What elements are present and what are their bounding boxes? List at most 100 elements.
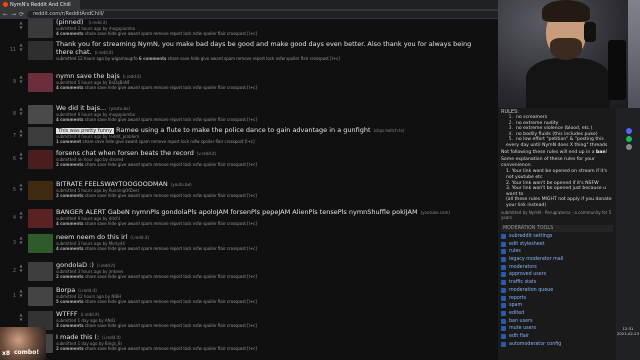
post-action-share[interactable]: share (85, 246, 97, 251)
post-thumbnail[interactable] (28, 105, 53, 124)
post-thumbnail[interactable] (28, 73, 53, 92)
post-action-giveaward[interactable]: give award (115, 139, 138, 144)
post-title-text[interactable]: BANGER ALERT GabeN nymnPls gondolaPls ap… (56, 208, 418, 216)
downvote-icon[interactable]: ▼ (18, 215, 24, 220)
post-action-report[interactable]: report (170, 193, 184, 198)
post-title-text[interactable]: We did it bajs... (56, 104, 106, 112)
reload-icon[interactable]: ⟳ (19, 11, 24, 18)
post-action-save[interactable]: save (97, 299, 108, 304)
comments-link[interactable]: 2 comments (56, 193, 85, 198)
music-icon[interactable] (626, 136, 632, 142)
post-action-report[interactable]: report (170, 85, 184, 90)
post-action-hide[interactable]: hide (108, 117, 118, 122)
post-title[interactable]: gondolaD :) (i.redd.it) (56, 261, 115, 269)
mod-tool-label[interactable]: rules (509, 249, 521, 254)
post-action-lc[interactable]: [l+c] (247, 246, 257, 251)
post-action-spoiler[interactable]: spoiler (201, 139, 216, 144)
post-action-hide[interactable]: hide (191, 56, 201, 61)
post-action-remove[interactable]: remove (153, 221, 169, 226)
downvote-icon[interactable]: ▼ (18, 25, 24, 30)
post-action-lc[interactable]: [l+c] (247, 221, 257, 226)
post-action-hide[interactable]: hide (108, 85, 118, 90)
post-title[interactable]: WTFFF (i.redd.it) (56, 310, 99, 318)
comments-link[interactable]: 2 comments (56, 346, 85, 351)
post-thumbnail[interactable] (28, 234, 53, 253)
post-action-save[interactable]: save (97, 246, 108, 251)
downvote-icon[interactable]: ▼ (18, 47, 24, 52)
mod-tool-traffic-stats[interactable]: traffic stats (501, 279, 613, 287)
vote-arrows[interactable]: ▲▼ (18, 288, 24, 298)
post-action-lc[interactable]: [l+c] (247, 31, 257, 36)
post-action-flair[interactable]: flair (218, 323, 227, 328)
mod-tool-moderation-queue[interactable]: moderation queue (501, 287, 613, 295)
post-action-giveaward[interactable]: give award (118, 162, 141, 167)
post-action-giveaward[interactable]: give award (118, 85, 141, 90)
post-domain[interactable]: (clips.twitch.tv) (374, 128, 405, 133)
post-domain[interactable]: (i.redd.it) (78, 288, 97, 293)
post-action-report[interactable]: report (170, 117, 184, 122)
post-action-spoiler[interactable]: spoiler (203, 31, 218, 36)
post-thumbnail[interactable] (28, 150, 53, 169)
post-title-text[interactable]: Ramee using a flute to make the police d… (116, 126, 370, 134)
post-action-share[interactable]: share (85, 299, 97, 304)
comments-link[interactable]: 4 comments (56, 31, 85, 36)
post-action-spoiler[interactable]: spoiler (203, 193, 218, 198)
post-action-lc[interactable]: [l+c] (247, 85, 257, 90)
post-action-lc[interactable]: [l+c] (247, 299, 257, 304)
post-action-report[interactable]: report (170, 346, 184, 351)
post-action-share[interactable]: share (85, 117, 97, 122)
post-action-remove[interactable]: remove (153, 117, 169, 122)
downvote-icon[interactable]: ▼ (18, 111, 24, 116)
vote-arrows[interactable]: ▲▼ (18, 182, 24, 192)
post-action-remove[interactable]: remove (153, 31, 169, 36)
downvote-icon[interactable]: ▼ (18, 187, 24, 192)
post-action-crosspost[interactable]: crosspost (227, 346, 247, 351)
comments-link[interactable]: 2 comments (56, 162, 85, 167)
post-action-share[interactable]: share (168, 56, 180, 61)
post-action-spam[interactable]: spam (141, 274, 153, 279)
app-icon[interactable] (626, 144, 632, 150)
post-title[interactable]: (pinned) (i.redd.it) (56, 19, 107, 26)
post-action-hide[interactable]: hide (108, 162, 118, 167)
post-action-lc[interactable]: [l+c] (247, 193, 257, 198)
downvote-icon[interactable]: ▼ (18, 293, 24, 298)
mod-tool-label[interactable]: moderation queue (509, 288, 553, 293)
post-action-hide[interactable]: hide (108, 221, 118, 226)
post-action-save[interactable]: save (97, 274, 108, 279)
mod-tool-label[interactable]: spam (509, 303, 522, 308)
post-action-crosspost[interactable]: crosspost (227, 246, 247, 251)
post-action-giveaward[interactable]: give award (118, 221, 141, 226)
post-action-flair[interactable]: flair (218, 274, 227, 279)
post-thumbnail[interactable] (28, 181, 53, 200)
post-action-report[interactable]: report (253, 56, 267, 61)
post-title[interactable]: nymn save the bajs (i.redd.it) (56, 72, 141, 80)
post-action-report[interactable]: report (170, 323, 184, 328)
post-action-lc[interactable]: [l+c] (247, 323, 257, 328)
post-action-spam[interactable]: spam (141, 299, 153, 304)
post-action-spam[interactable]: spam (141, 162, 153, 167)
forward-arrow-icon[interactable]: → (11, 11, 16, 18)
post-action-lock[interactable]: lock (183, 162, 192, 167)
post-action-giveaward[interactable]: give award (118, 193, 141, 198)
post-thumbnail[interactable] (28, 287, 53, 306)
post-action-share[interactable]: share (83, 139, 95, 144)
downvote-icon[interactable]: ▼ (18, 240, 24, 245)
post-action-lc[interactable]: [l+c] (247, 274, 257, 279)
post-action-spam[interactable]: spam (139, 139, 151, 144)
downvote-icon[interactable]: ▼ (18, 79, 24, 84)
post-action-nsfw[interactable]: nsfw (193, 162, 204, 167)
mod-tool-spam[interactable]: spam (501, 302, 613, 310)
post-domain[interactable]: (i.redd.it) (95, 50, 114, 55)
post-action-spoiler[interactable]: spoiler (203, 162, 218, 167)
post-action-spoiler[interactable]: spoiler (203, 274, 218, 279)
post-action-report[interactable]: report (167, 139, 181, 144)
downvote-icon[interactable]: ▼ (18, 156, 24, 161)
mod-tool-label[interactable]: ban users (509, 319, 533, 324)
post-title-text[interactable]: neem neem do this irl (56, 233, 127, 241)
post-action-nsfw[interactable]: nsfw (193, 246, 204, 251)
post-action-hide[interactable]: hide (108, 346, 118, 351)
post-thumbnail[interactable] (28, 19, 53, 38)
vote-arrows[interactable]: ▲▼ (18, 74, 24, 84)
mod-tool-label[interactable]: edit stylesheet (509, 242, 545, 247)
post-action-hide[interactable]: hide (108, 323, 118, 328)
